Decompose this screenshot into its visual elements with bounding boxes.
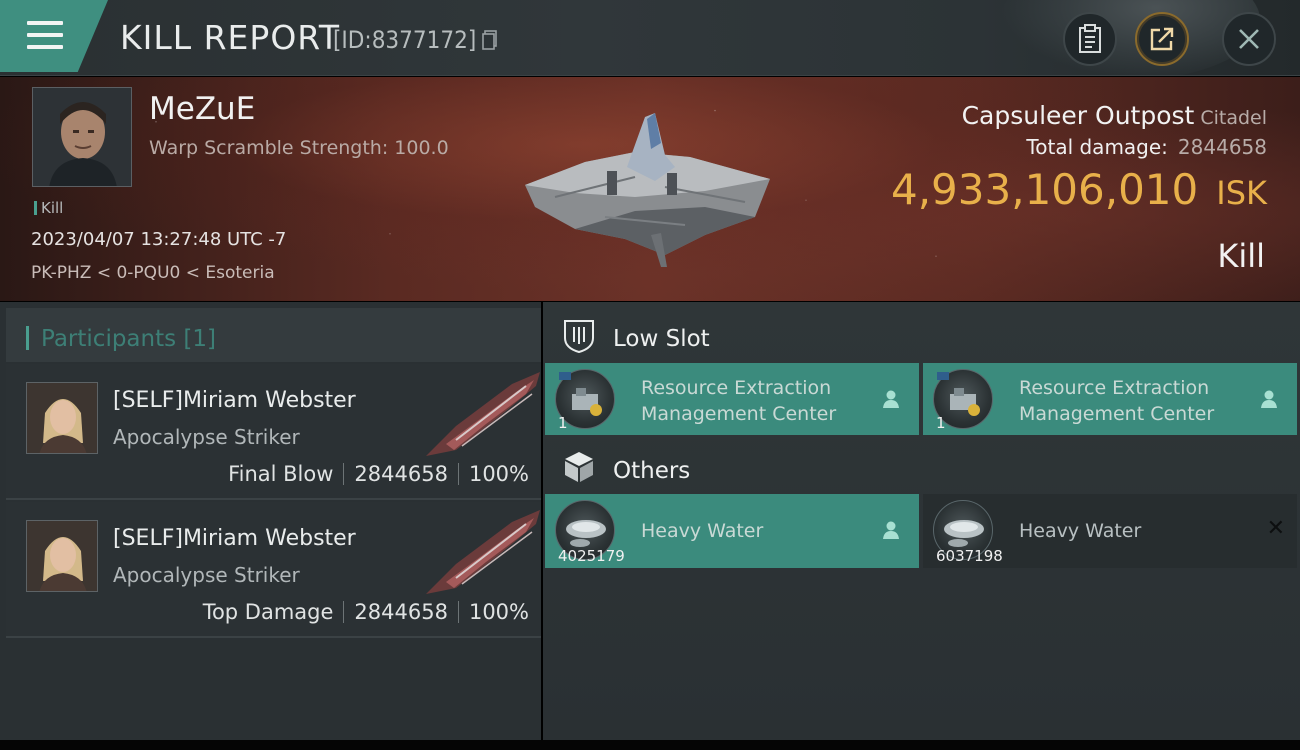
cargo-item[interactable]: 6037198 Heavy Water ✕: [923, 494, 1297, 568]
item-name: Heavy Water: [1019, 520, 1142, 542]
target-name: Capsuleer Outpost Citadel: [962, 101, 1267, 130]
low-slot-section-header: Low Slot: [543, 308, 1300, 362]
total-damage: Total damage: 2844658: [1026, 135, 1267, 159]
cargo-item[interactable]: 4025179 Heavy Water: [545, 494, 919, 568]
participant-ship-image: [426, 510, 540, 594]
item-name: Heavy Water: [641, 520, 764, 542]
item-name-line1: Resource Extraction: [641, 377, 832, 399]
isk-value: 4,933,106,010 ISK: [891, 165, 1267, 214]
participants-panel: Participants [1] [SELF]Miriam Webster Ap…: [0, 302, 541, 740]
cargo-box-icon: [565, 452, 593, 482]
item-quantity: 6037198: [936, 547, 1003, 565]
others-label: Others: [613, 458, 691, 484]
kill-result: Kill: [1217, 237, 1265, 275]
victim-portrait[interactable]: [32, 87, 132, 187]
kill-location[interactable]: PK-PHZ < 0-PQU0 < Esoteria: [31, 263, 275, 283]
total-damage-label: Total damage:: [1026, 135, 1168, 159]
isk-amount: 4,933,106,010: [890, 165, 1199, 214]
participant-percent: 100%: [468, 462, 529, 486]
low-slot-label: Low Slot: [613, 326, 710, 352]
dropped-x-icon: ✕: [1266, 516, 1285, 541]
share-export-icon: [1150, 27, 1174, 51]
participant-damage: 2844658: [354, 600, 448, 624]
close-button[interactable]: [1222, 12, 1276, 66]
participant-role: Final Blow: [228, 462, 334, 486]
pilot-person-icon: [883, 521, 899, 539]
participant-role: Top Damage: [202, 600, 334, 624]
warp-scramble-strength: Warp Scramble Strength: 100.0: [149, 137, 449, 159]
total-damage-value: 2844658: [1177, 135, 1267, 159]
target-type-name[interactable]: Capsuleer Outpost: [962, 101, 1195, 130]
participant-name[interactable]: [SELF]Miriam Webster: [113, 526, 356, 551]
participants-title: Participants [1]: [41, 326, 216, 352]
item-name-line2: Management Center: [641, 403, 837, 425]
participant-avatar[interactable]: [26, 382, 98, 454]
background-planet: [1000, 0, 1260, 75]
item-quantity: 1: [558, 414, 568, 432]
low-slot-item[interactable]: 1 Resource Extraction Management Center: [923, 363, 1297, 435]
participant-percent: 100%: [468, 600, 529, 624]
menu-button[interactable]: [0, 0, 108, 72]
low-slot-item[interactable]: 1 Resource Extraction Management Center: [545, 363, 919, 435]
item-name-line2: Management Center: [1019, 403, 1215, 425]
isk-unit: ISK: [1216, 174, 1267, 212]
target-class: Citadel: [1200, 107, 1267, 129]
participants-header: Participants [1]: [6, 308, 541, 362]
participant-ship: Apocalypse Striker: [113, 563, 300, 587]
participant-avatar[interactable]: [26, 520, 98, 592]
participant-name[interactable]: [SELF]Miriam Webster: [113, 388, 356, 413]
victim-pilot-name[interactable]: MeZuE: [149, 91, 255, 127]
participant-ship-image: [426, 372, 540, 456]
pilot-avatar: [33, 88, 131, 186]
participant-row[interactable]: [SELF]Miriam Webster Apocalypse Striker …: [6, 502, 541, 638]
share-button[interactable]: [1135, 12, 1189, 66]
top-bar: KILL REPORT [ID:8377172]: [0, 0, 1300, 76]
fitting-panel: Low Slot 1 Resource Extraction Managemen…: [543, 302, 1300, 740]
report-id: [ID:8377172]: [333, 26, 477, 54]
bottom-edge: [0, 740, 1300, 750]
copy-icon[interactable]: [482, 30, 498, 50]
clipboard-button[interactable]: [1063, 12, 1117, 66]
kill-datetime: 2023/04/07 13:27:48 UTC -7: [31, 229, 287, 250]
kill-summary-banner: MeZuE Warp Scramble Strength: 100.0 Kill…: [0, 77, 1300, 301]
close-icon: [1239, 29, 1259, 49]
kill-tag: Kill: [34, 199, 63, 217]
participant-stats: Final Blow 2844658 100%: [228, 462, 529, 486]
structure-image: [525, 113, 770, 267]
clipboard-icon: [1079, 24, 1101, 53]
item-quantity: 4025179: [558, 547, 625, 565]
hamburger-menu-icon: [27, 21, 63, 49]
participant-row[interactable]: [SELF]Miriam Webster Apocalypse Striker …: [6, 364, 541, 500]
item-quantity: 1: [936, 414, 946, 432]
participant-damage: 2844658: [354, 462, 448, 486]
pilot-person-icon: [883, 390, 899, 408]
others-section-header: Others: [543, 440, 1300, 494]
page-title: KILL REPORT: [120, 18, 340, 57]
pilot-person-icon: [1261, 390, 1277, 408]
item-name-line1: Resource Extraction: [1019, 377, 1210, 399]
participant-stats: Top Damage 2844658 100%: [203, 600, 529, 624]
participant-ship: Apocalypse Striker: [113, 425, 300, 449]
low-slot-icon: [564, 320, 594, 354]
